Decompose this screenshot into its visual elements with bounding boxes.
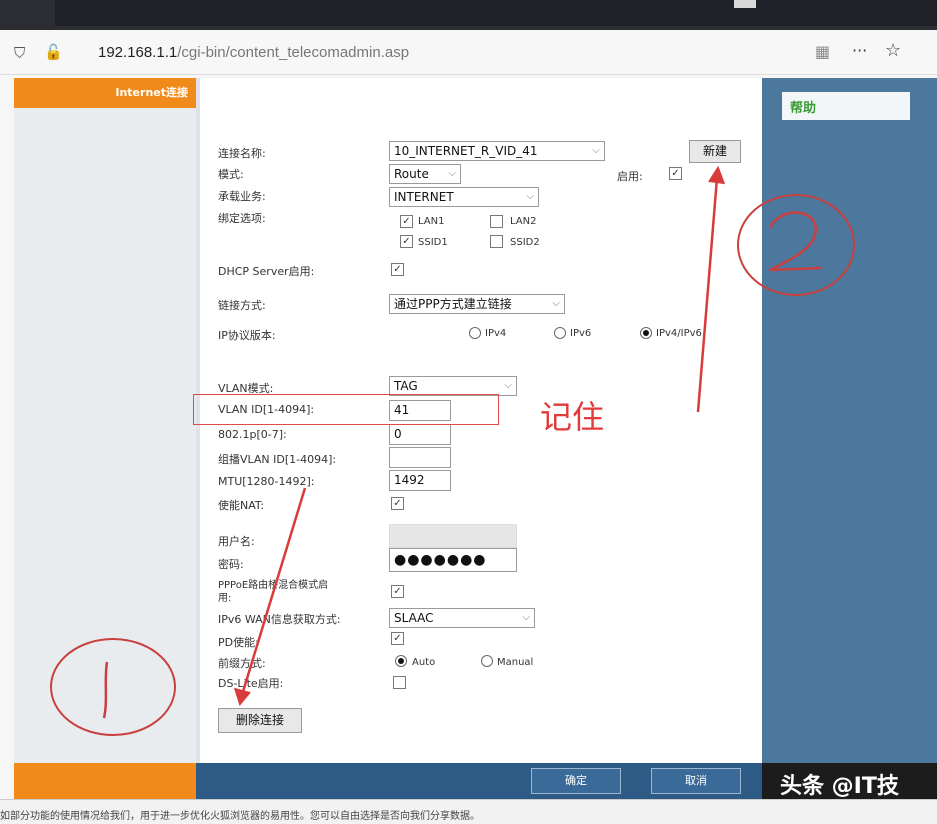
arrow-head-down xyxy=(234,687,251,707)
digit-1-stroke xyxy=(102,661,109,719)
arrow-head-up xyxy=(708,165,725,185)
circle-annotation-1 xyxy=(50,638,176,736)
circle-annotation-2 xyxy=(737,194,855,296)
digit-2-stroke xyxy=(768,211,823,272)
arrow-to-delete-button xyxy=(240,487,307,696)
annotation-overlay xyxy=(50,165,855,736)
arrow-to-new-button xyxy=(696,177,719,413)
